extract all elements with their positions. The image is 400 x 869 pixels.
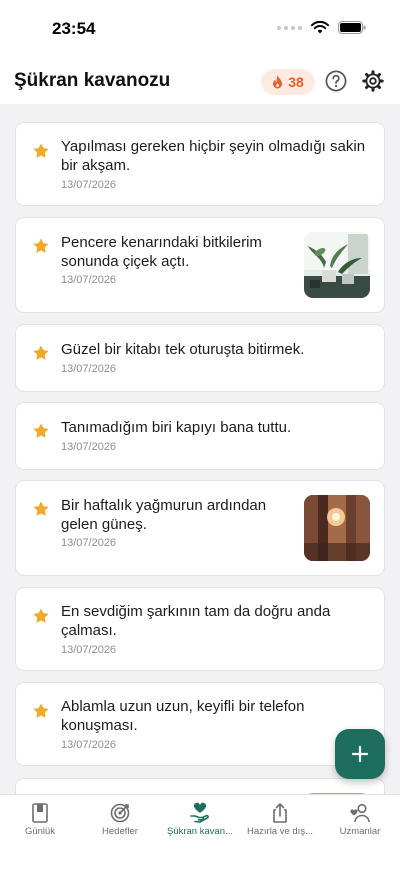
streak-badge[interactable]: 38	[261, 69, 315, 95]
tab-label: Uzmanlar	[339, 826, 381, 837]
add-entry-button[interactable]	[335, 729, 385, 779]
gratitude-card[interactable]: Yapılması gereken hiçbir şeyin olmadığı …	[15, 122, 385, 206]
entry-text: Güzel bir kitabı tek oturuşta bitirmek.	[61, 341, 305, 358]
star-icon	[33, 423, 49, 438]
status-time: 23:54	[52, 19, 96, 38]
entry-text: Ablamla uzun uzun, keyifli bir telefon k…	[61, 698, 305, 734]
tab-bar: Günlük Hedefler Şükran kavan... Hazırla …	[0, 794, 400, 869]
gratitude-card[interactable]: Tanımadığım biri kapıyı bana tuttu. 13/0…	[15, 402, 385, 470]
entry-date: 13/07/2026	[61, 179, 117, 191]
tab-goals[interactable]: Hedefler	[80, 795, 160, 855]
tab-prepare-export[interactable]: Hazırla ve dış...	[240, 795, 320, 855]
star-icon	[33, 143, 49, 158]
entry-text: Tanımadığım biri kapıyı bana tuttu.	[61, 419, 292, 436]
target-icon	[110, 803, 130, 823]
plus-icon	[351, 745, 369, 763]
entry-date: 13/07/2026	[61, 739, 117, 751]
app-header: Şükran kavanozu 38	[0, 62, 400, 104]
star-icon	[33, 345, 49, 360]
entry-text: Bir haftalık yağmurun ardından gelen gün…	[61, 497, 267, 533]
status-bar: 23:54	[0, 0, 400, 60]
entry-date: 13/07/2026	[61, 537, 117, 549]
star-icon	[33, 238, 49, 253]
gratitude-card[interactable]: Ablamla uzun uzun, keyifli bir telefon k…	[15, 682, 385, 766]
wifi-icon	[311, 21, 329, 34]
person-heart-icon	[350, 803, 370, 823]
streak-count: 38	[288, 74, 304, 90]
entry-date: 13/07/2026	[61, 274, 117, 286]
star-icon	[33, 608, 49, 623]
question-circle-icon	[325, 70, 347, 92]
entry-date: 13/07/2026	[61, 441, 117, 453]
signal-icon	[277, 25, 302, 30]
plant-photo[interactable]	[304, 232, 370, 298]
status-icons	[277, 21, 366, 34]
tab-label: Hazırla ve dış...	[247, 826, 313, 837]
entry-date: 13/07/2026	[61, 363, 117, 375]
settings-button[interactable]	[362, 70, 384, 92]
flame-icon	[273, 75, 283, 89]
gratitude-card[interactable]: Pencere kenarındaki bitkilerim sonunda ç…	[15, 217, 385, 313]
entry-text: Pencere kenarındaki bitkilerim sonunda ç…	[61, 234, 262, 270]
gratitude-card[interactable]: Bir haftalık yağmurun ardından gelen gün…	[15, 480, 385, 576]
sunset-photo[interactable]	[304, 495, 370, 561]
tab-experts[interactable]: Uzmanlar	[320, 795, 400, 855]
journal-icon	[32, 803, 48, 823]
heart-hand-icon	[190, 802, 209, 823]
star-icon	[33, 703, 49, 718]
battery-icon	[338, 21, 366, 34]
share-icon	[273, 803, 287, 823]
gratitude-list[interactable]: Yapılması gereken hiçbir şeyin olmadığı …	[0, 104, 400, 794]
gear-icon	[362, 70, 384, 92]
entry-text: En sevdiğim şarkının tam da doğru anda ç…	[61, 603, 331, 639]
help-button[interactable]	[325, 70, 347, 92]
entry-date: 13/07/2026	[61, 644, 117, 656]
gratitude-card[interactable]	[15, 778, 385, 794]
gratitude-card[interactable]: En sevdiğim şarkının tam da doğru anda ç…	[15, 587, 385, 671]
tab-label: Şükran kavan...	[166, 826, 233, 837]
star-icon	[33, 501, 49, 516]
tab-label: Hedefler	[102, 826, 138, 837]
tab-journal[interactable]: Günlük	[0, 795, 80, 855]
gratitude-card[interactable]: Güzel bir kitabı tek oturuşta bitirmek. …	[15, 324, 385, 392]
tab-label: Günlük	[24, 826, 56, 837]
entry-text: Yapılması gereken hiçbir şeyin olmadığı …	[61, 138, 366, 174]
page-title: Şükran kavanozu	[14, 70, 171, 91]
tab-gratitude-jar[interactable]: Şükran kavan...	[160, 795, 240, 855]
